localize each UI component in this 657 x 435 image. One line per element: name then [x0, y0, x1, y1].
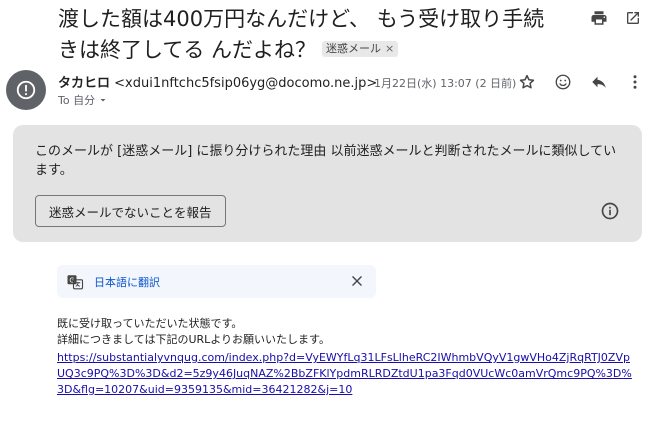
- emoji-icon[interactable]: [553, 72, 573, 92]
- spam-label-chip[interactable]: 迷惑メール ×: [322, 41, 399, 57]
- email-body-text: 既に受け取っていただいた状態です。 詳細につきましては下記のURLよりお願いいた…: [57, 316, 330, 348]
- alert-icon: [16, 80, 36, 100]
- reply-icon[interactable]: [589, 72, 609, 92]
- sender-line: タカヒロ <xdui1nftchc5fsip06yg@docomo.ne.jp>: [58, 72, 377, 91]
- spam-label-remove-icon[interactable]: ×: [385, 42, 394, 55]
- spam-warning-banner: このメールが [迷惑メール] に振り分けられた理由 以前迷惑メールと判断されたメ…: [13, 125, 642, 242]
- message-actions: [517, 72, 645, 92]
- close-icon[interactable]: [350, 274, 364, 288]
- spam-label-text: 迷惑メール: [326, 42, 382, 55]
- subject-text: 渡した額は400万円なんだけど、 もう受け取り手続きは終了してる んだよね？: [58, 7, 545, 62]
- body-line-1: 既に受け取っていただいた状態です。: [57, 317, 243, 330]
- chevron-down-icon[interactable]: [97, 94, 109, 106]
- body-url-link[interactable]: https://substantialyvnqug.com/index.php?…: [57, 350, 632, 398]
- more-options-icon[interactable]: [625, 72, 645, 92]
- body-line-2: 詳細につきましては下記のURLよりお願いいたします。: [57, 333, 330, 346]
- email-subject: 渡した額は400万円なんだけど、 もう受け取り手続きは終了してる んだよね？ 迷惑…: [58, 4, 558, 66]
- sender-email: <xdui1nftchc5fsip06yg@docomo.ne.jp>: [114, 76, 378, 91]
- translate-icon: G: [67, 275, 84, 290]
- spam-warning-text: このメールが [迷惑メール] に振り分けられた理由 以前迷惑メールと判断されたメ…: [35, 144, 617, 178]
- star-icon[interactable]: [517, 72, 537, 92]
- print-icon[interactable]: [589, 8, 609, 28]
- open-new-window-icon[interactable]: [623, 8, 643, 28]
- sender-avatar: [6, 70, 46, 110]
- recipient-text: To 自分: [58, 94, 96, 107]
- translate-link[interactable]: 日本語に翻訳: [94, 274, 160, 290]
- email-date: 1月22日(水) 13:07 (2 日前): [374, 77, 517, 90]
- report-not-spam-button[interactable]: 迷惑メールでないことを報告: [35, 195, 226, 227]
- sender-name[interactable]: タカヒロ: [58, 76, 110, 91]
- subject-actions: [589, 8, 643, 28]
- recipient-line[interactable]: To 自分: [58, 92, 109, 108]
- info-icon[interactable]: [600, 201, 620, 221]
- translate-bar: G 日本語に翻訳: [57, 265, 376, 298]
